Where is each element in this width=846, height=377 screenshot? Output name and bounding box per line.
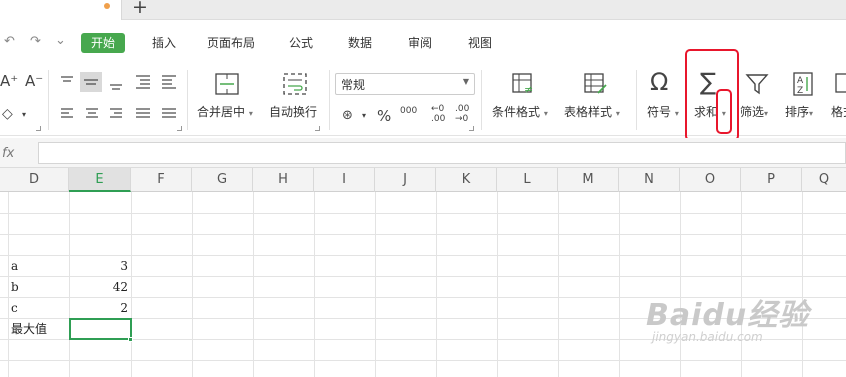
thousands-separator-icon[interactable]: 000 [400, 106, 417, 116]
eraser-icon[interactable]: ◇ [2, 106, 13, 122]
spreadsheet-app: + ↶ ↷ ⌄ 开始 插入 页面布局 公式 数据 审阅 视图 A⁺ A⁻ ◇ ▾ [0, 0, 846, 377]
percent-icon[interactable]: % [377, 107, 391, 125]
eraser-dropdown-icon[interactable]: ▾ [22, 110, 26, 119]
table-style-button[interactable]: 表格样式 ▾ [564, 104, 620, 122]
column-header-h[interactable]: H [253, 168, 314, 192]
cell-e-a[interactable]: 3 [70, 256, 128, 276]
format-icon[interactable] [834, 71, 846, 97]
tab-review[interactable]: 审阅 [408, 34, 432, 52]
conditional-format-icon[interactable]: ≠ [511, 71, 537, 97]
tab-insert[interactable]: 插入 [152, 34, 176, 52]
column-header-k[interactable]: K [436, 168, 497, 192]
column-header-e[interactable]: E [69, 168, 131, 192]
svg-text:Z: Z [797, 86, 803, 96]
table-style-icon[interactable] [583, 71, 609, 97]
wrap-dialog-launcher-icon[interactable] [315, 126, 320, 131]
cell-d-a[interactable]: a [11, 256, 18, 276]
chevron-down-icon: ▼ [462, 77, 469, 86]
tab-view[interactable]: 视图 [468, 34, 492, 52]
selected-cell-e-max[interactable] [69, 318, 132, 340]
column-header-l[interactable]: L [497, 168, 558, 192]
cell-d-max-label[interactable]: 最大值 [11, 319, 47, 339]
customize-quick-access-icon[interactable]: ⌄ [55, 33, 66, 48]
column-header-d[interactable]: D [0, 168, 69, 192]
column-header-i[interactable]: I [314, 168, 375, 192]
column-header-f[interactable]: F [131, 168, 192, 192]
currency-dropdown-icon[interactable]: ▾ [362, 111, 366, 120]
format-button[interactable]: 格式 [831, 104, 846, 120]
cell-d-c[interactable]: c [11, 298, 18, 318]
new-tab-button[interactable]: + [132, 0, 148, 17]
alignment-dialog-launcher-icon[interactable] [177, 126, 182, 131]
column-header-m[interactable]: M [558, 168, 619, 192]
filter-icon[interactable] [745, 71, 771, 97]
svg-text:A: A [797, 76, 804, 86]
column-header-p[interactable]: P [741, 168, 802, 192]
fx-icon[interactable]: fx [2, 146, 14, 161]
filter-button[interactable]: 筛选▾ [740, 104, 768, 122]
merge-center-button[interactable]: 合并居中 ▾ [197, 104, 253, 122]
symbol-button[interactable]: 符号 ▾ [647, 104, 679, 122]
tab-home[interactable]: 开始 [81, 33, 126, 53]
document-tab-bar: + [0, 0, 846, 20]
currency-icon[interactable]: ⊛ [342, 108, 353, 123]
formula-bar: fx [0, 138, 846, 168]
column-header-o[interactable]: O [680, 168, 741, 192]
wrap-text-button[interactable]: 自动换行 [269, 104, 317, 120]
sort-button[interactable]: 排序▾ [785, 104, 813, 122]
fill-handle[interactable] [128, 337, 133, 342]
font-dialog-launcher-icon[interactable] [36, 126, 41, 131]
cell-e-c[interactable]: 2 [70, 298, 128, 318]
tab-page-layout[interactable]: 页面布局 [207, 34, 255, 52]
column-header-q[interactable]: Q [802, 168, 846, 192]
merge-center-icon[interactable] [214, 71, 240, 97]
sort-icon[interactable]: A Z [791, 71, 817, 97]
baidu-watermark-url: jingyan.baidu.com [652, 330, 763, 344]
unsaved-dot-icon [104, 3, 110, 9]
decrease-decimal-icon[interactable]: .00 →0 [455, 104, 469, 124]
number-format-select[interactable]: 常规 ▼ [335, 73, 475, 95]
wrap-text-icon[interactable] [282, 71, 308, 97]
number-dialog-launcher-icon[interactable] [469, 126, 474, 131]
tab-data[interactable]: 数据 [348, 34, 372, 52]
redo-icon[interactable]: ↷ [30, 34, 41, 49]
tab-formulas[interactable]: 公式 [289, 34, 313, 52]
cell-d-b[interactable]: b [11, 277, 19, 297]
baidu-watermark: Baidu经验 [646, 298, 810, 333]
alignment-icons-group[interactable] [58, 72, 183, 132]
document-tab[interactable] [0, 0, 122, 20]
column-header-row: D E F G H I J K L M N O P Q [0, 168, 846, 192]
symbol-icon[interactable]: Ω [650, 68, 668, 96]
cell-e-b[interactable]: 42 [70, 277, 128, 297]
font-shrink-icon[interactable]: A⁻ [25, 72, 43, 90]
column-header-j[interactable]: J [375, 168, 436, 192]
increase-decimal-icon[interactable]: ←0.00 [431, 104, 445, 124]
font-grow-icon[interactable]: A⁺ [0, 72, 18, 90]
cell-grid[interactable]: a 3 b 42 c 2 最大值 [0, 192, 846, 377]
column-header-g[interactable]: G [192, 168, 253, 192]
formula-input[interactable] [38, 142, 846, 164]
conditional-format-button[interactable]: 条件格式 ▾ [492, 104, 548, 122]
column-header-n[interactable]: N [619, 168, 680, 192]
svg-text:≠: ≠ [524, 83, 533, 96]
highlight-box-sum-dropdown [716, 89, 732, 134]
undo-icon[interactable]: ↶ [4, 34, 15, 49]
